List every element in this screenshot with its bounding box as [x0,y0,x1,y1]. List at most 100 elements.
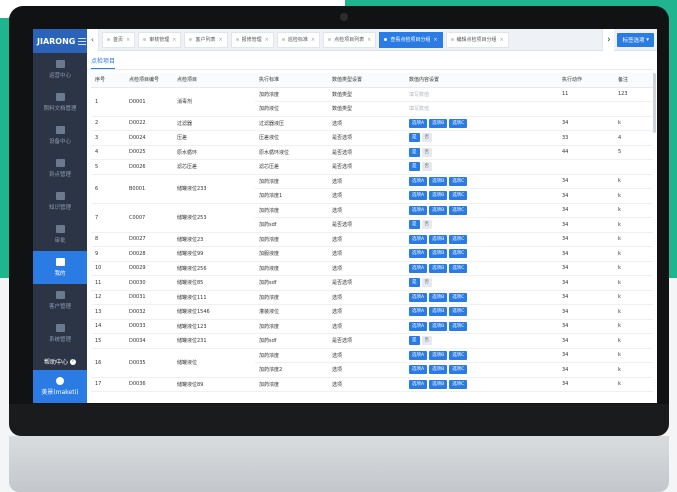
user-profile[interactable]: 美景(maketi) [33,370,87,403]
tab-3[interactable]: 报修管理 × [230,31,274,48]
option-b-button[interactable]: 选项B [429,321,448,331]
option-b-button[interactable]: 选项B [429,379,448,389]
option-a-button[interactable]: 选项A [409,365,428,375]
yes-button[interactable]: 是 [409,220,420,230]
tab-7[interactable]: 编辑点检项目分组 × [445,31,509,48]
subtab-inspection-items[interactable]: 点检项目 [91,56,116,69]
close-icon[interactable]: × [311,37,315,43]
option-c-button[interactable]: 选项C [449,249,468,259]
close-icon[interactable]: × [265,37,269,43]
yes-button[interactable]: 是 [409,133,420,143]
option-a-button[interactable]: 选项A [409,249,428,259]
no-button[interactable]: 否 [421,336,432,346]
option-b-button[interactable]: 选项B [429,350,448,360]
value-content-cell: 选项A 选项B 选项C [405,304,558,320]
option-b-button[interactable]: 选项B [429,118,448,128]
option-b-button[interactable]: 选项B [429,191,448,201]
option-b-button[interactable]: 选项B [429,307,448,317]
close-icon[interactable]: × [218,37,222,43]
tab-options-dropdown[interactable]: 标签选项 ▾ [617,32,654,47]
note-cell: k [614,348,653,363]
option-b-button[interactable]: 选项B [429,365,448,375]
tab-2[interactable]: 客户列表 × [184,31,228,48]
no-button[interactable]: 否 [421,162,432,172]
tabs-next-button[interactable]: › [602,29,615,51]
option-a-button[interactable]: 选项A [409,379,428,389]
note-cell: 4 [614,130,653,146]
sidebar-item-6[interactable]: 我的 [33,251,87,284]
scrollbar[interactable] [653,73,656,133]
yes-button[interactable]: 是 [409,336,420,346]
option-a-button[interactable]: 选项A [409,118,428,128]
option-c-button[interactable]: 选项C [449,263,468,273]
sidebar-item-5[interactable]: 审批 [33,218,87,251]
menu-toggle-icon[interactable] [78,37,87,45]
sidebar-item-0[interactable]: 运营中心 [33,53,87,86]
no-button[interactable]: 否 [421,278,432,288]
table-body: 1 D0001 消毒剂 加药浓度 数值类型 填写数值 11 123 加药液位 数值类型 填写数值 2 D… [91,87,653,392]
standard-cell: 加药浓度 [255,232,328,247]
option-a-button[interactable]: 选项A [409,263,428,273]
close-icon[interactable]: × [126,37,130,43]
option-a-button[interactable]: 选项A [409,321,428,331]
tab-6[interactable]: 查看点检项目分组 × [379,31,443,48]
option-b-button[interactable]: 选项B [429,176,448,186]
item-name-cell: 储罐液位85 [173,275,255,291]
tab-5[interactable]: 点检项目列表 × [323,31,377,48]
option-c-button[interactable]: 选项C [449,292,468,302]
option-a-button[interactable]: 选项A [409,205,428,215]
option-a-button[interactable]: 选项A [409,350,428,360]
option-c-button[interactable]: 选项C [449,234,468,244]
sidebar-item-4[interactable]: 知识管理 [33,185,87,218]
yes-button[interactable]: 是 [409,278,420,288]
tab-1[interactable]: 审核管理 × [138,31,182,48]
value-input[interactable]: 填写数值 [409,106,429,112]
option-a-button[interactable]: 选项A [409,176,428,186]
value-type-cell: 选项 [328,203,405,218]
option-a-button[interactable]: 选项A [409,292,428,302]
yes-button[interactable]: 是 [409,147,420,157]
no-button[interactable]: 否 [421,133,432,143]
sidebar-item-1[interactable]: 照料文档管理 [33,86,87,119]
option-b-button[interactable]: 选项B [429,263,448,273]
sidebar-item-2[interactable]: 设备中心 [33,119,87,152]
help-center[interactable]: 帮助中心 ? [33,355,87,368]
option-b-button[interactable]: 选项B [429,234,448,244]
yes-button[interactable]: 是 [409,162,420,172]
value-input[interactable]: 填写数值 [409,92,429,98]
no-button[interactable]: 否 [421,147,432,157]
option-c-button[interactable]: 选项C [449,176,468,186]
option-c-button[interactable]: 选项C [449,379,468,389]
close-icon[interactable]: × [367,37,371,43]
tab-4[interactable]: 巡检标准 × [276,31,321,48]
option-c-button[interactable]: 选项C [449,118,468,128]
sidebar-item-8[interactable]: 系统管理 [33,317,87,350]
no-button[interactable]: 否 [421,220,432,230]
value-content-cell: 填写数值 [405,87,558,102]
option-c-button[interactable]: 选项C [449,307,468,317]
option-c-button[interactable]: 选项C [449,365,468,375]
option-b-button[interactable]: 选项B [429,292,448,302]
value-content-cell: 选项A 选项B 选项C [405,246,558,262]
close-icon[interactable]: × [172,37,176,43]
tabs-prev-button[interactable]: ‹ [87,29,99,51]
item-code-cell: D0027 [125,232,173,247]
option-c-button[interactable]: 选项C [449,321,468,331]
sidebar-item-label: 设备中心 [48,139,71,145]
tab-label: 审核管理 [149,37,170,43]
sidebar-item-7[interactable]: 客户管理 [33,284,87,317]
option-b-button[interactable]: 选项B [429,205,448,215]
option-a-button[interactable]: 选项A [409,307,428,317]
option-c-button[interactable]: 选项C [449,191,468,201]
close-icon[interactable]: × [433,37,437,43]
close-icon[interactable]: × [500,37,504,43]
row-number-cell: 1 [91,87,125,117]
option-c-button[interactable]: 选项C [449,205,468,215]
option-c-button[interactable]: 选项C [449,350,468,360]
sidebar-item-3[interactable]: 到点管理 [33,152,87,185]
option-b-button[interactable]: 选项B [429,249,448,259]
item-name-cell: 压差 [173,130,255,146]
option-a-button[interactable]: 选项A [409,191,428,201]
tab-0[interactable]: 首页 × [102,31,136,48]
option-a-button[interactable]: 选项A [409,234,428,244]
